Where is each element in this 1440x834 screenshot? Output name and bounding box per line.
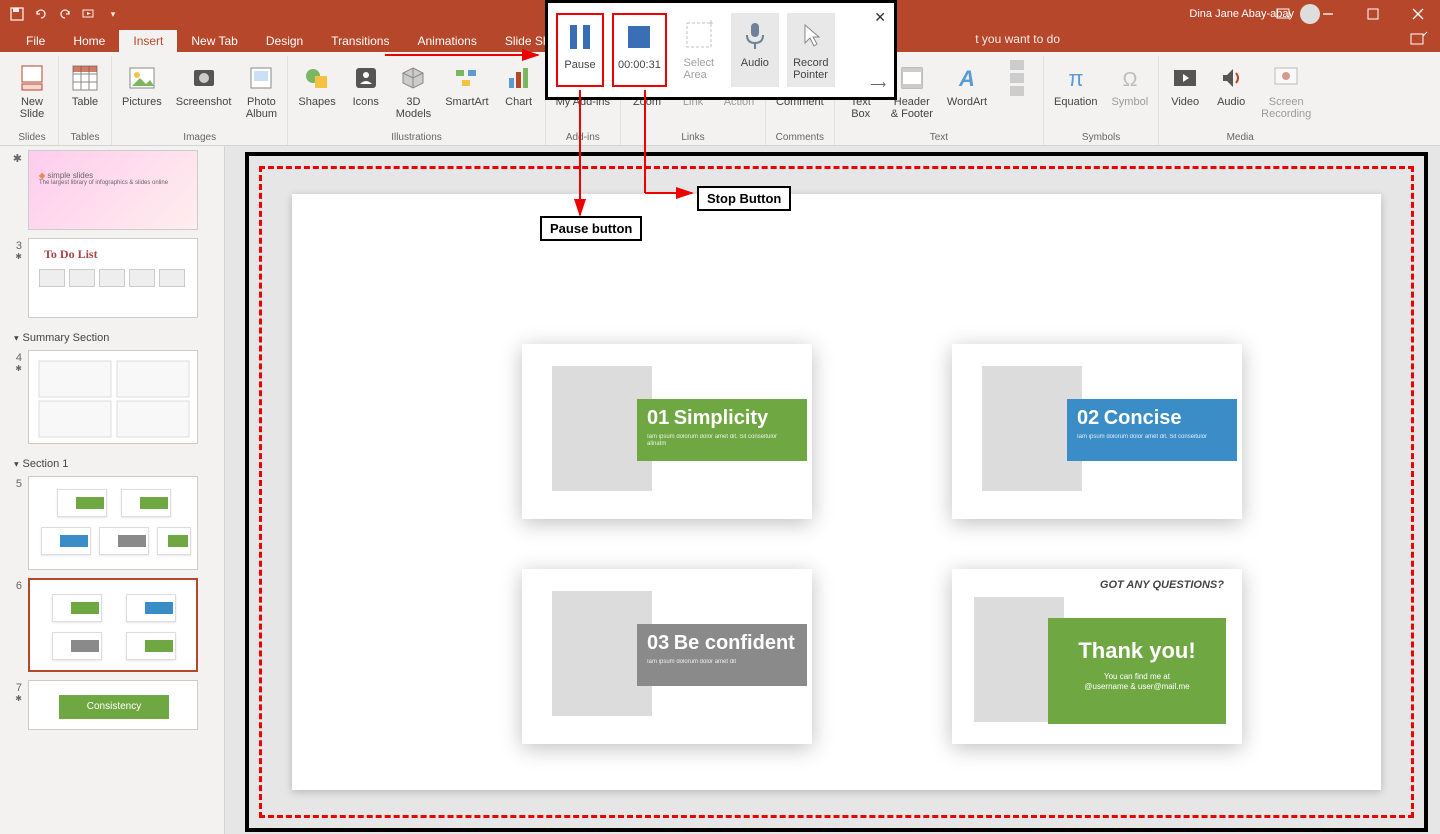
slide-thumbnail[interactable] <box>28 476 198 570</box>
pin-toolbar-icon[interactable]: ⟶ <box>870 78 886 91</box>
slide-thumbnail[interactable]: To Do List <box>28 238 198 318</box>
start-from-beginning-icon[interactable] <box>80 5 98 23</box>
svg-text:π: π <box>1068 66 1083 91</box>
new-slide-icon <box>16 62 48 94</box>
shapes-icon <box>301 62 333 94</box>
recording-area-border: 01 Simplicity Iam ipsum dolorum dolor am… <box>245 152 1428 832</box>
photo-album-icon <box>245 62 277 94</box>
slide-thumbnail-active[interactable] <box>28 578 198 672</box>
minimize-icon[interactable] <box>1305 0 1350 28</box>
3d-models-button[interactable]: 3D Models <box>392 60 435 122</box>
shapes-button[interactable]: Shapes <box>294 60 339 110</box>
thumb-mark: ✱ <box>10 150 22 165</box>
screenshot-icon <box>188 62 220 94</box>
tab-transitions[interactable]: Transitions <box>317 30 403 52</box>
redo-icon[interactable] <box>56 5 74 23</box>
select-area-button[interactable]: Select Area <box>675 13 723 87</box>
content-card-concise[interactable]: 02 Concise Iam ipsum dolorum dolor amet … <box>952 344 1242 519</box>
svg-text:A: A <box>958 66 975 91</box>
screen-recording-icon <box>1270 62 1302 94</box>
qat-dropdown-icon[interactable]: ▾ <box>104 5 122 23</box>
section-1-header[interactable]: Section 1 <box>10 452 214 476</box>
equation-icon: π <box>1060 62 1092 94</box>
smartart-button[interactable]: SmartArt <box>441 60 492 110</box>
screen-recording-toolbar: Pause 00:00:31 Select Area Audio Record … <box>545 0 897 100</box>
screenshot-button[interactable]: Screenshot <box>172 60 236 110</box>
symbol-button[interactable]: ΩSymbol <box>1107 60 1152 110</box>
chart-button[interactable]: Chart <box>499 60 539 110</box>
undo-icon[interactable] <box>32 5 50 23</box>
record-audio-button[interactable]: Audio <box>731 13 779 87</box>
audio-icon <box>1215 62 1247 94</box>
tab-file[interactable]: File <box>12 30 59 52</box>
video-icon <box>1169 62 1201 94</box>
tab-insert[interactable]: Insert <box>119 30 177 52</box>
header-footer-icon <box>896 62 928 94</box>
icons-icon <box>350 62 382 94</box>
window-controls <box>1260 0 1440 28</box>
wordart-button[interactable]: AWordArt <box>943 60 991 110</box>
svg-text:Ω: Ω <box>1122 69 1137 91</box>
share-icon[interactable] <box>1410 30 1430 48</box>
content-card-thankyou[interactable]: GOT ANY QUESTIONS? Thank you! You can fi… <box>952 569 1242 744</box>
table-icon <box>69 62 101 94</box>
stop-recording-button[interactable]: 00:00:31 <box>612 13 667 87</box>
pause-recording-button[interactable]: Pause <box>556 13 604 87</box>
pointer-icon <box>793 17 829 53</box>
slide-canvas[interactable]: 01 Simplicity Iam ipsum dolorum dolor am… <box>292 194 1381 790</box>
wordart-icon: A <box>951 62 983 94</box>
tab-design[interactable]: Design <box>252 30 317 52</box>
record-pointer-button[interactable]: Record Pointer <box>787 13 835 87</box>
pause-annotation-label: Pause button <box>540 216 642 241</box>
slide-thumbnail[interactable]: Consistency <box>28 680 198 730</box>
screen-recording-button[interactable]: Screen Recording <box>1257 60 1315 122</box>
tab-home[interactable]: Home <box>59 30 119 52</box>
slide-thumbnails-panel: ✱ ◆ simple slidesThe largest library of … <box>0 146 225 834</box>
pictures-button[interactable]: Pictures <box>118 60 166 110</box>
text-more-icon <box>1001 62 1033 94</box>
quick-access-toolbar: ▾ <box>0 5 122 23</box>
slide-canvas-area: 01 Simplicity Iam ipsum dolorum dolor am… <box>245 152 1428 832</box>
content-card-confident[interactable]: 03 Be confident Iam ipsum dolorum dolor … <box>522 569 812 744</box>
text-more-button[interactable] <box>997 60 1037 96</box>
close-recording-toolbar-icon[interactable]: ✕ <box>874 9 886 26</box>
tab-new[interactable]: New Tab <box>177 30 251 52</box>
symbol-icon: Ω <box>1114 62 1146 94</box>
pause-icon <box>562 19 598 55</box>
recording-timer: 00:00:31 <box>618 59 661 71</box>
slide-thumbnail[interactable]: ◆ simple slidesThe largest library of in… <box>28 150 198 230</box>
microphone-icon <box>737 17 773 53</box>
content-card-simplicity[interactable]: 01 Simplicity Iam ipsum dolorum dolor am… <box>522 344 812 519</box>
close-icon[interactable] <box>1395 0 1440 28</box>
3d-models-icon <box>397 62 429 94</box>
tab-animations[interactable]: Animations <box>403 30 490 52</box>
maximize-icon[interactable] <box>1350 0 1395 28</box>
photo-album-button[interactable]: Photo Album <box>241 60 281 122</box>
audio-button[interactable]: Audio <box>1211 60 1251 110</box>
new-slide-button[interactable]: New Slide <box>12 60 52 122</box>
recording-dashed-border: 01 Simplicity Iam ipsum dolorum dolor am… <box>259 166 1414 818</box>
icons-button[interactable]: Icons <box>346 60 386 110</box>
logo-icon: ◆ <box>39 171 45 180</box>
stop-annotation-label: Stop Button <box>697 186 791 211</box>
ribbon-display-icon[interactable] <box>1260 0 1305 28</box>
equation-button[interactable]: πEquation <box>1050 60 1101 110</box>
section-summary-header[interactable]: Summary Section <box>10 326 214 350</box>
smartart-icon <box>451 62 483 94</box>
tell-me-search[interactable]: t you want to do <box>975 32 1060 46</box>
table-button[interactable]: Table <box>65 60 105 110</box>
stop-icon <box>621 19 657 55</box>
video-button[interactable]: Video <box>1165 60 1205 110</box>
chart-icon <box>503 62 535 94</box>
pictures-icon <box>126 62 158 94</box>
save-icon[interactable] <box>8 5 26 23</box>
slide-thumbnail[interactable] <box>28 350 198 444</box>
select-area-icon <box>681 17 717 53</box>
